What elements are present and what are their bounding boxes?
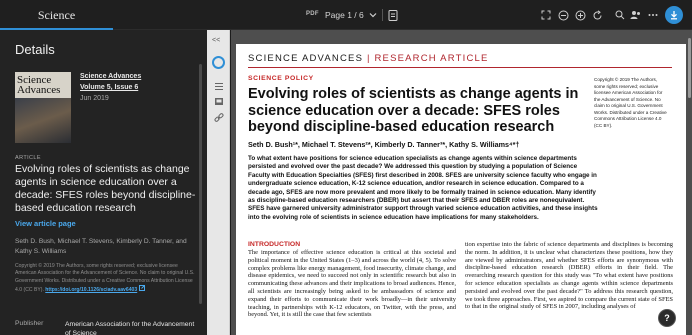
pdf-badge: PDF bbox=[306, 11, 319, 17]
body-column-right: tion expertise into the fabric of scienc… bbox=[465, 241, 673, 311]
document-title: Evolving roles of scientists as change a… bbox=[248, 86, 579, 135]
page-selector[interactable]: Page 1 / 6 bbox=[325, 8, 398, 22]
chevron-down-icon bbox=[369, 13, 377, 18]
search-icon[interactable] bbox=[613, 8, 627, 22]
doi-link[interactable]: https://doi.org/10.1126/sciadv.aav6403 bbox=[45, 287, 137, 293]
article-authors: Seth D. Bush, Michael T. Stevens, Kimber… bbox=[15, 238, 187, 255]
collapse-panel-icon[interactable]: << bbox=[212, 37, 220, 44]
download-icon[interactable] bbox=[665, 6, 683, 24]
brand-logo[interactable]: Science bbox=[0, 0, 113, 30]
external-link-icon[interactable] bbox=[138, 284, 145, 291]
journal-cover: Science Advances bbox=[15, 72, 71, 143]
rotate-icon[interactable] bbox=[590, 8, 604, 22]
top-toolbar: Science PDF Page 1 / 6 bbox=[0, 0, 692, 30]
introduction-heading: INTRODUCTION bbox=[248, 241, 301, 248]
journal-volume[interactable]: Volume 5, Issue 6 bbox=[80, 82, 141, 93]
help-button[interactable]: ? bbox=[658, 309, 676, 327]
cover-title: Science Advances bbox=[17, 74, 61, 96]
toolbar-divider bbox=[381, 9, 383, 21]
more-icon[interactable] bbox=[646, 8, 660, 22]
link-icon[interactable] bbox=[213, 112, 224, 123]
zoom-out-icon[interactable] bbox=[556, 8, 570, 22]
journal-name[interactable]: Science Advances bbox=[80, 71, 141, 82]
copyright-sidenote: Copyright © 2019 The Authors, some right… bbox=[594, 77, 667, 128]
publisher-label: Publisher bbox=[15, 320, 44, 327]
fullscreen-icon[interactable] bbox=[539, 8, 553, 22]
copyright-notice: Copyright © 2019 The Authors, some right… bbox=[15, 263, 195, 294]
zoom-in-icon[interactable] bbox=[573, 8, 587, 22]
masthead-rule bbox=[248, 67, 672, 68]
cover-image bbox=[15, 98, 71, 143]
article-title: Evolving roles of scientists as change a… bbox=[15, 163, 196, 214]
journal-date: Jun 2019 bbox=[80, 95, 109, 102]
document-authors: Seth D. Bush¹*, Michael T. Stevens²*, Ki… bbox=[248, 140, 520, 149]
panel-scrollbar[interactable] bbox=[199, 64, 202, 304]
publisher-value: American Association for the Advancement… bbox=[65, 321, 195, 335]
info-icon[interactable] bbox=[212, 56, 225, 69]
document-abstract: To what extent have positions for scienc… bbox=[248, 155, 598, 221]
body-column-left: The importance of effective science educ… bbox=[248, 249, 456, 319]
page-indicator: Page 1 / 6 bbox=[325, 10, 364, 20]
document-icon[interactable] bbox=[388, 9, 398, 21]
user-icon[interactable] bbox=[628, 8, 642, 22]
document-viewer[interactable]: SCIENCE ADVANCES | RESEARCH ARTICLE SCIE… bbox=[231, 30, 692, 335]
details-panel: Details Science Advances Science Advances… bbox=[0, 30, 207, 335]
thumbnails-icon[interactable] bbox=[213, 96, 224, 107]
view-article-page-link[interactable]: View article page bbox=[15, 219, 76, 228]
pdf-page: SCIENCE ADVANCES | RESEARCH ARTICLE SCIE… bbox=[236, 44, 686, 335]
tool-rail: << bbox=[207, 30, 230, 335]
outline-icon[interactable] bbox=[213, 81, 224, 92]
journal-masthead: SCIENCE ADVANCES | RESEARCH ARTICLE bbox=[248, 53, 489, 64]
article-label: ARTICLE bbox=[15, 155, 41, 161]
section-label: SCIENCE POLICY bbox=[248, 75, 314, 82]
details-heading: Details bbox=[15, 42, 55, 57]
journal-link[interactable]: Science Advances Volume 5, Issue 6 bbox=[80, 71, 141, 93]
document-scrollbar[interactable] bbox=[688, 38, 691, 98]
